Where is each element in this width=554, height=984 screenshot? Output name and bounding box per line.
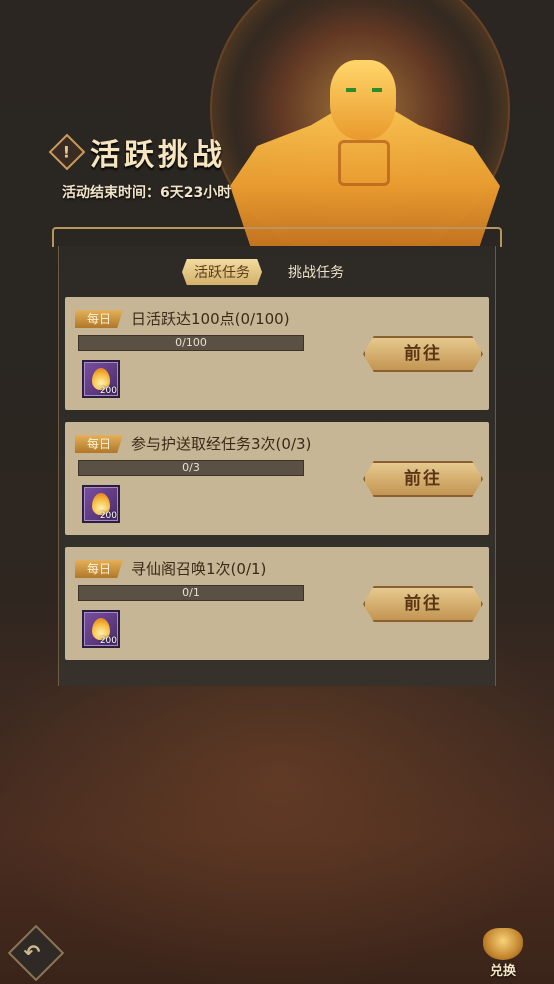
tab-challenge-tasks[interactable]: 挑战任务 xyxy=(288,262,344,282)
exchange-label: 兑换 xyxy=(489,964,516,979)
treasure-pot-icon xyxy=(483,928,523,960)
progress-text: 0/3 xyxy=(182,461,200,474)
reward-item[interactable]: 200 xyxy=(82,360,120,398)
task-title: 寻仙阁召唤1次(0/1) xyxy=(131,560,267,578)
back-arrow-icon: ↶ xyxy=(23,939,41,964)
daily-badge: 每日 xyxy=(75,310,123,328)
back-button[interactable]: ↶ xyxy=(7,924,65,982)
hero-eye-left xyxy=(346,88,356,92)
progress-text: 0/1 xyxy=(182,586,200,599)
task-title: 日活跃达100点(0/100) xyxy=(131,310,290,328)
progress-text: 0/100 xyxy=(175,336,207,349)
hero-eye-right xyxy=(372,88,382,92)
go-button[interactable]: 前往 xyxy=(363,336,483,372)
title-bar: ! 活跃挑战 xyxy=(48,130,226,174)
page-title: 活跃挑战 xyxy=(90,138,226,173)
event-end-time: 活动结束时间：6天23小时 xyxy=(62,185,232,201)
hero-head xyxy=(330,60,396,140)
daily-badge: 每日 xyxy=(75,560,123,578)
progress-bar: 0/100 xyxy=(78,335,304,351)
hero-emblem xyxy=(338,140,390,186)
go-button[interactable]: 前往 xyxy=(363,586,483,622)
exclamation-icon[interactable]: ! xyxy=(48,133,86,171)
daily-badge: 每日 xyxy=(75,435,123,453)
reward-quantity: 200 xyxy=(99,511,117,521)
tab-active-tasks[interactable]: 活跃任务 xyxy=(182,259,262,285)
go-button[interactable]: 前往 xyxy=(363,461,483,497)
hero-artwork xyxy=(190,0,554,250)
panel-frame xyxy=(52,227,502,247)
exchange-button[interactable]: 兑换 xyxy=(474,928,532,984)
progress-bar: 0/3 xyxy=(78,460,304,476)
reward-quantity: 200 xyxy=(99,636,117,646)
reward-quantity: 200 xyxy=(99,386,117,396)
task-card: 每日 参与护送取经任务3次(0/3) 0/3 200 前往 xyxy=(65,422,489,535)
reward-item[interactable]: 200 xyxy=(82,610,120,648)
progress-bar: 0/1 xyxy=(78,585,304,601)
tab-bar: 活跃任务 挑战任务 xyxy=(182,259,344,285)
task-card: 每日 寻仙阁召唤1次(0/1) 0/1 200 前往 xyxy=(65,547,489,660)
task-title: 参与护送取经任务3次(0/3) xyxy=(131,435,312,453)
reward-item[interactable]: 200 xyxy=(82,485,120,523)
task-card: 每日 日活跃达100点(0/100) 0/100 200 前往 xyxy=(65,297,489,410)
